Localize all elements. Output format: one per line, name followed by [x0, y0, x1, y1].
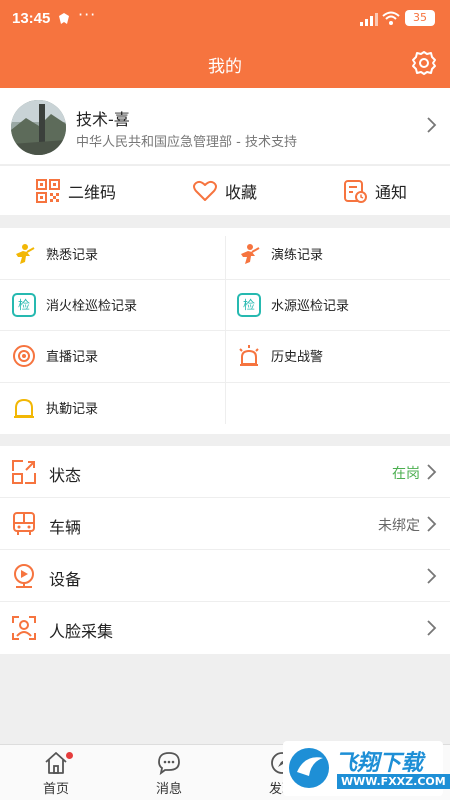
gear-icon[interactable]: [410, 49, 438, 77]
record-hydrant-inspection[interactable]: 检 消火栓巡检记录: [12, 279, 137, 330]
record-label: 直播记录: [46, 350, 99, 365]
chevron-right-icon: [427, 464, 437, 480]
watermark: 飞翔下载 WWW.FXXZ.COM: [283, 741, 450, 796]
record-drill[interactable]: 演练记录: [237, 228, 323, 279]
more-dots-icon: ···: [78, 5, 97, 24]
record-label: 历史战警: [271, 350, 324, 365]
qrcode-label: 二维码: [68, 183, 117, 202]
record-label: 消火栓巡检记录: [46, 299, 138, 314]
signal-icon: [360, 13, 378, 26]
list-item-label: 状态: [49, 466, 82, 485]
list-item-label: 车辆: [49, 518, 82, 537]
settings-list: 状态 在岗 车辆 未绑定 设备 人脸采集: [0, 446, 450, 654]
record-familiar[interactable]: 熟悉记录: [12, 228, 98, 279]
notice-label: 通知: [375, 183, 408, 202]
tab-label: 首页: [42, 782, 69, 797]
page-title: 我的: [208, 57, 242, 77]
qrcode-button[interactable]: 二维码: [36, 166, 116, 216]
list-item-label: 设备: [49, 570, 82, 589]
favorites-label: 收藏: [225, 183, 258, 202]
favorites-button[interactable]: 收藏: [193, 166, 257, 216]
notice-icon: [344, 180, 367, 203]
qrcode-icon: [36, 179, 60, 203]
avatar[interactable]: [11, 100, 66, 155]
record-label: 熟悉记录: [46, 248, 99, 263]
record-duty[interactable]: 执勤记录: [12, 382, 98, 433]
tab-label: 消息: [155, 782, 182, 797]
wifi-icon: [382, 11, 400, 25]
record-live[interactable]: 直播记录: [12, 330, 98, 381]
vehicle-value: 未绑定: [378, 518, 420, 534]
watermark-url: WWW.FXXZ.COM: [337, 774, 450, 789]
status-bar: 13:45 ··· 35: [0, 0, 450, 38]
list-item-face-collection[interactable]: 人脸采集: [0, 602, 450, 654]
battery-icon: 35: [405, 10, 435, 26]
alarm-light-icon: [237, 344, 261, 368]
records-grid: 熟悉记录 演练记录 检 消火栓巡检记录 检 水源巡检记录 直播记录 历史战警 执…: [0, 228, 450, 434]
tab-messages[interactable]: 消息: [113, 745, 225, 800]
status-time: 13:45: [12, 10, 51, 27]
heart-icon: [193, 180, 217, 201]
check-badge-icon: 检: [237, 292, 261, 317]
notice-button[interactable]: 通知: [343, 166, 407, 216]
divider: [225, 236, 226, 424]
profile-card[interactable]: [0, 88, 450, 164]
bus-icon: [13, 512, 35, 535]
watermark-title: 飞翔下载: [335, 751, 424, 776]
record-label: 执勤记录: [46, 402, 99, 417]
live-icon: [12, 344, 36, 368]
quick-actions: 二维码 收藏 通知: [0, 165, 450, 215]
message-icon: [158, 752, 180, 775]
check-badge-icon: 检: [12, 292, 36, 317]
duty-icon: [12, 396, 36, 420]
chevron-right-icon: [427, 620, 437, 636]
profile-name: 技术-喜: [76, 110, 130, 129]
watermark-logo-icon: [289, 748, 329, 788]
list-item-label: 人脸采集: [49, 622, 114, 641]
profile-department: 中华人民共和国应急管理部 - 技术支持: [76, 135, 297, 150]
record-history-alarm[interactable]: 历史战警: [237, 330, 323, 381]
drill-icon: [237, 242, 261, 266]
list-item-device[interactable]: 设备: [0, 550, 450, 602]
location-icon: [59, 13, 69, 24]
device-icon: [14, 564, 34, 588]
status-icon: [12, 460, 36, 484]
record-label: 演练记录: [271, 248, 324, 263]
chevron-right-icon: [427, 117, 437, 133]
list-item-status[interactable]: 状态 在岗: [0, 446, 450, 498]
face-scan-icon: [12, 616, 36, 640]
tab-home[interactable]: 首页: [0, 745, 112, 800]
chevron-right-icon: [427, 516, 437, 532]
home-icon: [45, 752, 67, 774]
app-header: 我的: [0, 38, 450, 88]
list-item-vehicle[interactable]: 车辆 未绑定: [0, 498, 450, 550]
firefighter-icon: [12, 242, 36, 266]
unread-dot: [66, 752, 73, 759]
record-water-inspection[interactable]: 检 水源巡检记录: [237, 279, 349, 330]
chevron-right-icon: [427, 568, 437, 584]
record-label: 水源巡检记录: [271, 299, 350, 314]
status-value: 在岗: [392, 466, 420, 482]
